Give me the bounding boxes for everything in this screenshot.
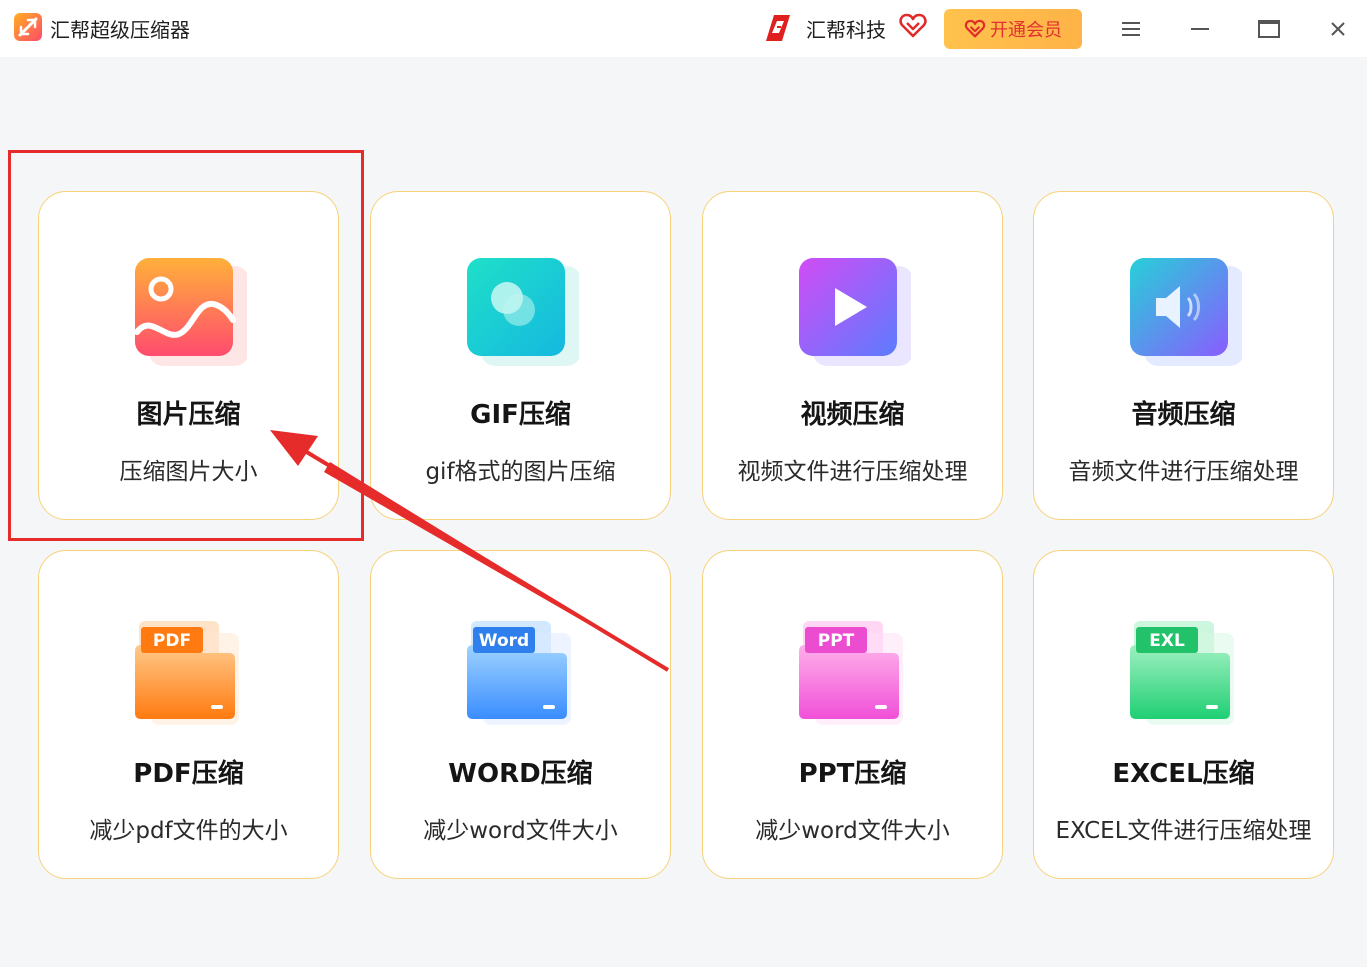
card-pdf-compress[interactable]: PDF PDF压缩 减少pdf文件的大小 xyxy=(38,550,339,879)
word-badge: Word xyxy=(479,631,529,651)
card-image-compress[interactable]: 图片压缩 压缩图片大小 xyxy=(38,191,339,520)
card-title: WORD压缩 xyxy=(448,759,593,789)
card-title: 图片压缩 xyxy=(136,400,241,430)
card-title: GIF压缩 xyxy=(470,400,571,430)
card-gif-compress[interactable]: GIF压缩 gif格式的图片压缩 xyxy=(370,191,671,520)
card-description: 音频文件进行压缩处理 xyxy=(1068,459,1299,485)
card-word-compress[interactable]: Word WORD压缩 减少word文件大小 xyxy=(370,550,671,879)
vip-heart-icon xyxy=(964,19,986,38)
video-play-icon xyxy=(799,258,911,366)
card-ppt-compress[interactable]: PPT PPT压缩 减少word文件大小 xyxy=(702,550,1003,879)
menu-button[interactable] xyxy=(1114,14,1148,44)
heart-icon xyxy=(899,13,927,38)
card-description: 减少pdf文件的大小 xyxy=(89,818,288,844)
excel-badge: EXL xyxy=(1149,631,1185,651)
pdf-badge: PDF xyxy=(153,631,191,651)
maximize-button[interactable] xyxy=(1252,14,1286,44)
card-description: 减少word文件大小 xyxy=(755,818,950,844)
gif-icon xyxy=(467,258,579,366)
word-folder-icon: Word xyxy=(467,621,571,725)
maximize-icon xyxy=(1258,20,1280,38)
close-button[interactable] xyxy=(1321,14,1355,44)
brand-name: 汇帮科技 xyxy=(806,18,886,42)
card-title: 音频压缩 xyxy=(1131,400,1236,430)
audio-speaker-icon xyxy=(1130,258,1242,366)
card-video-compress[interactable]: 视频压缩 视频文件进行压缩处理 xyxy=(702,191,1003,520)
card-audio-compress[interactable]: 音频压缩 音频文件进行压缩处理 xyxy=(1033,191,1334,520)
card-description: 减少word文件大小 xyxy=(423,818,618,844)
card-excel-compress[interactable]: EXL EXCEL压缩 EXCEL文件进行压缩处理 xyxy=(1033,550,1334,879)
vip-label: 开通会员 xyxy=(990,20,1062,41)
card-title: EXCEL压缩 xyxy=(1112,759,1255,789)
ppt-badge: PPT xyxy=(818,631,855,651)
app-title: 汇帮超级压缩器 xyxy=(50,18,190,42)
card-description: 压缩图片大小 xyxy=(119,459,258,485)
card-title: 视频压缩 xyxy=(800,400,905,430)
excel-folder-icon: EXL xyxy=(1130,621,1234,725)
card-description: EXCEL文件进行压缩处理 xyxy=(1055,818,1312,844)
app-logo-icon xyxy=(14,13,42,41)
close-icon xyxy=(1331,22,1345,36)
title-bar: 汇帮超级压缩器 汇帮科技 开通会员 xyxy=(0,0,1367,57)
card-title: PDF压缩 xyxy=(133,759,244,789)
image-icon xyxy=(134,258,247,366)
card-description: gif格式的图片压缩 xyxy=(425,459,616,485)
card-title: PPT压缩 xyxy=(798,759,907,789)
vip-button[interactable]: 开通会员 xyxy=(944,9,1082,49)
minimize-button[interactable] xyxy=(1183,14,1217,44)
pdf-folder-icon: PDF xyxy=(135,621,239,725)
hamburger-menu-icon xyxy=(1122,22,1140,36)
minimize-icon xyxy=(1191,28,1209,30)
ppt-folder-icon: PPT xyxy=(799,621,903,725)
brand-logo-icon xyxy=(766,15,790,41)
card-description: 视频文件进行压缩处理 xyxy=(737,459,968,485)
